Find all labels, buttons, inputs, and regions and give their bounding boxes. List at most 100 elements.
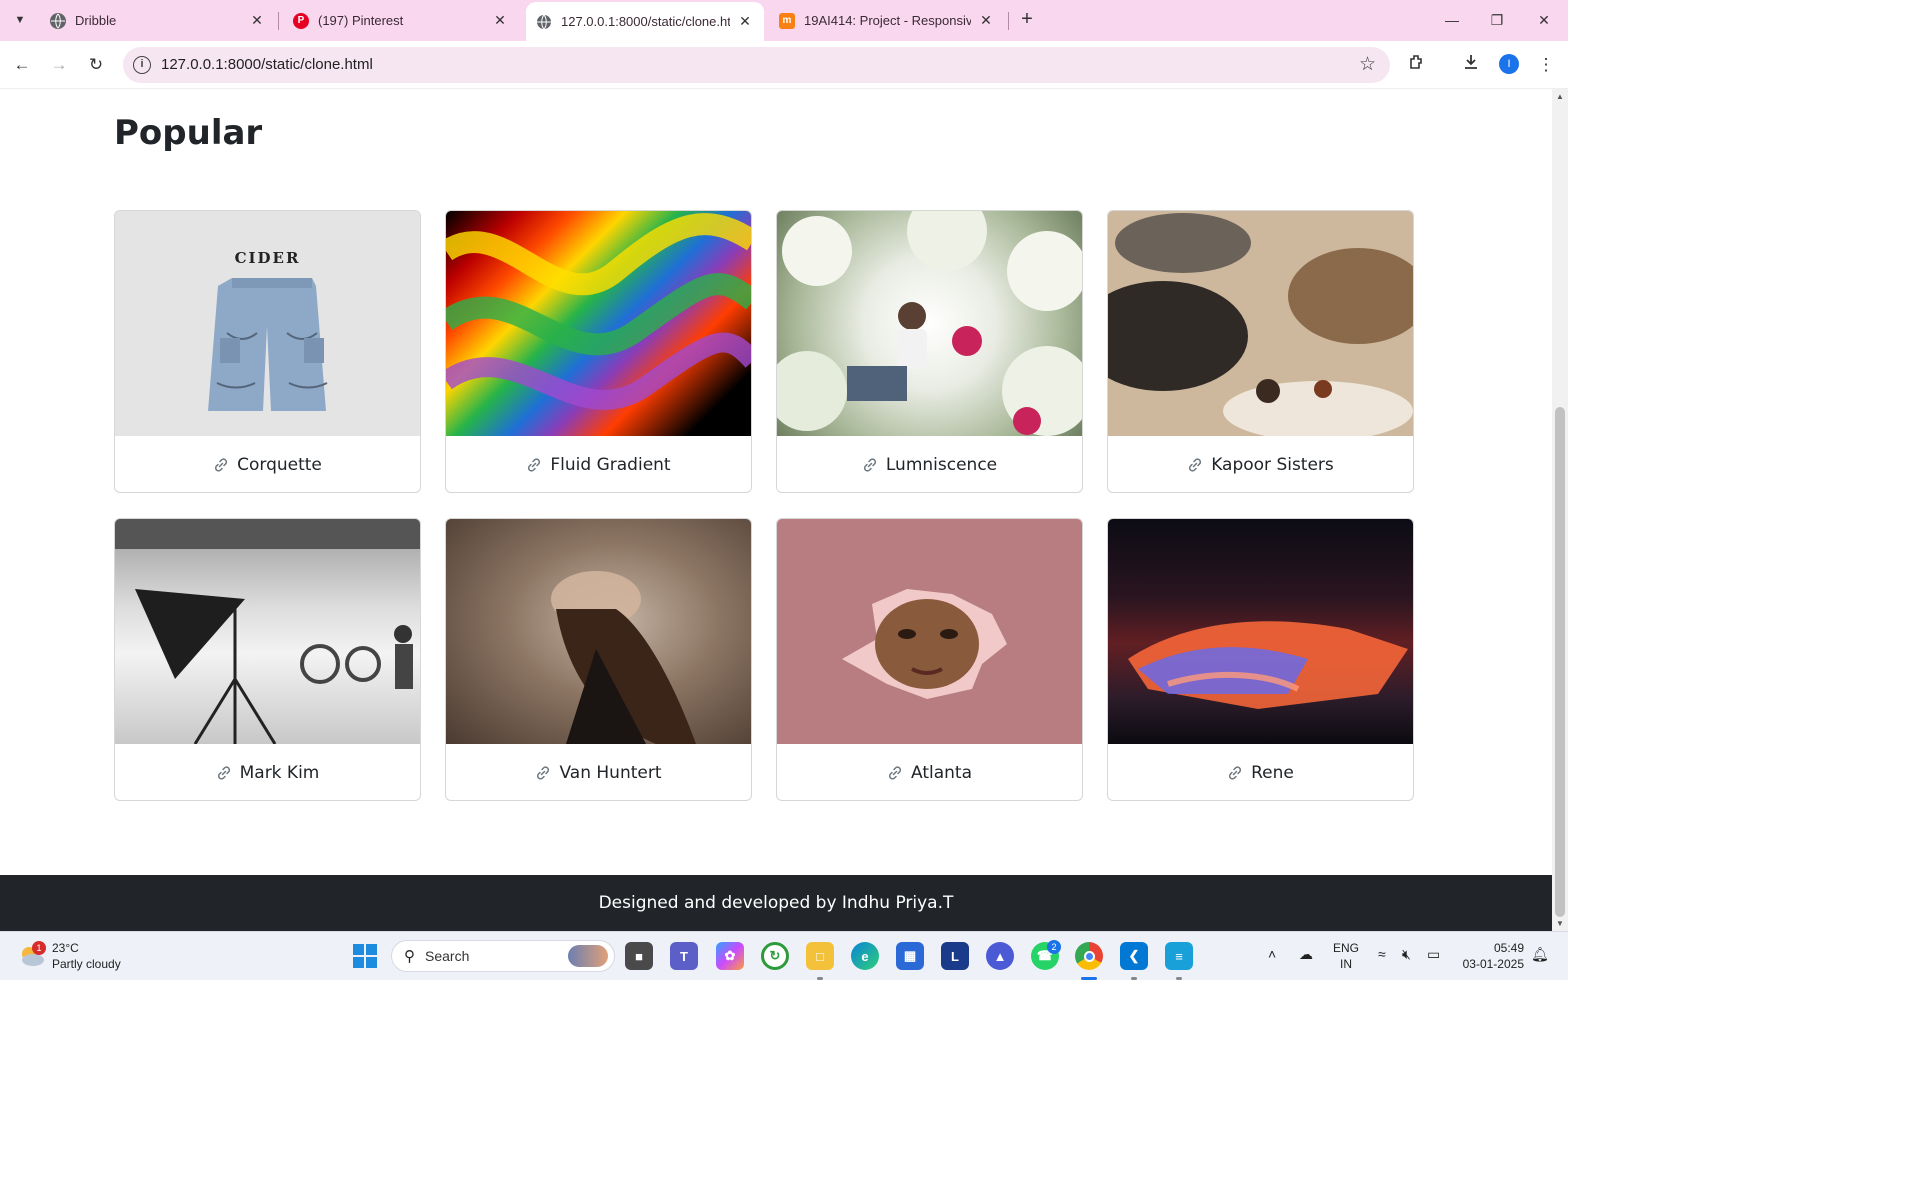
card-corquette[interactable]: CIDER Corquette bbox=[114, 210, 421, 493]
link-icon bbox=[535, 765, 551, 781]
tab-moodle[interactable]: m 19AI414: Project - Responsive W ✕ bbox=[769, 4, 1005, 37]
task-view-icon[interactable]: ■ bbox=[625, 942, 653, 970]
rainbow-gradient-art bbox=[446, 211, 751, 436]
refresh-app-icon[interactable]: ↻ bbox=[761, 942, 789, 970]
card-title: Kapoor Sisters bbox=[1211, 454, 1334, 475]
card-atlanta[interactable]: Atlanta bbox=[776, 518, 1083, 801]
url-text[interactable]: 127.0.0.1:8000/static/clone.html bbox=[161, 56, 373, 73]
card-mark-kim[interactable]: Mark Kim bbox=[114, 518, 421, 801]
search-highlight-icon bbox=[568, 945, 608, 967]
card-caption[interactable]: Atlanta bbox=[777, 744, 1082, 800]
close-window-button[interactable]: ✕ bbox=[1529, 8, 1559, 32]
card-caption[interactable]: Lumniscence bbox=[777, 436, 1082, 492]
pinterest-icon: P bbox=[293, 12, 309, 29]
site-info-icon[interactable]: i bbox=[133, 56, 151, 74]
tab-pinterest[interactable]: P (197) Pinterest ✕ bbox=[283, 4, 519, 37]
image-brand-text: CIDER bbox=[234, 249, 301, 267]
tab-close-icon[interactable]: ✕ bbox=[491, 12, 509, 29]
tab-title: 19AI414: Project - Responsive W bbox=[804, 13, 971, 28]
link-icon bbox=[1227, 765, 1243, 781]
card-caption[interactable]: Kapoor Sisters bbox=[1108, 436, 1413, 492]
onedrive-icon[interactable]: ☁ bbox=[1299, 946, 1313, 963]
weather-cloud-icon: 1 bbox=[18, 941, 46, 968]
neon-hand-blur-photo bbox=[1108, 519, 1413, 744]
notification-bell-icon[interactable]: 🔔︎ bbox=[1531, 946, 1549, 963]
notepad-icon[interactable]: ≡ bbox=[1165, 942, 1193, 970]
copilot-icon[interactable]: ✿ bbox=[716, 942, 744, 970]
tab-title: Dribble bbox=[75, 13, 117, 28]
scroll-down-arrow-icon[interactable]: ▼ bbox=[1556, 919, 1564, 928]
scroll-thumb[interactable] bbox=[1555, 407, 1565, 917]
card-fluid-gradient[interactable]: Fluid Gradient bbox=[445, 210, 752, 493]
card-lumniscence[interactable]: Lumniscence bbox=[776, 210, 1083, 493]
tab-separator bbox=[278, 12, 279, 30]
weather-widget[interactable]: 1 23°C Partly cloudy bbox=[18, 940, 121, 972]
forward-button[interactable]: → bbox=[47, 53, 71, 77]
language-indicator[interactable]: ENG IN bbox=[1333, 940, 1359, 972]
woman-motion-blur-photo bbox=[446, 519, 751, 744]
edge-icon[interactable]: e bbox=[851, 942, 879, 970]
store-icon[interactable]: ▦ bbox=[896, 942, 924, 970]
app-running-indicator bbox=[1131, 977, 1137, 980]
browser-toolbar: ← → ↻ i 127.0.0.1:8000/static/clone.html… bbox=[0, 41, 1568, 89]
card-caption[interactable]: Fluid Gradient bbox=[446, 436, 751, 492]
browser-tab-strip: ▼ Dribble ✕ P (197) Pinterest ✕ 127.0.0.… bbox=[0, 0, 1568, 41]
card-caption[interactable]: Van Huntert bbox=[446, 744, 751, 800]
minimize-button[interactable]: — bbox=[1437, 8, 1467, 32]
taskbar-search-placeholder: Search bbox=[425, 948, 470, 964]
system-clock[interactable]: 05:49 03-01-2025 bbox=[1458, 940, 1524, 972]
battery-icon[interactable]: ▭ bbox=[1427, 946, 1440, 963]
show-hidden-icons-chevron-icon[interactable]: ˄ bbox=[1268, 946, 1276, 962]
link-icon bbox=[526, 457, 542, 473]
chrome-icon[interactable] bbox=[1075, 942, 1103, 970]
card-kapoor-sisters[interactable]: Kapoor Sisters bbox=[1107, 210, 1414, 493]
tab-separator bbox=[1008, 12, 1009, 30]
more-menu-icon[interactable]: ⋮ bbox=[1534, 53, 1558, 77]
card-caption[interactable]: Rene bbox=[1108, 744, 1413, 800]
windows-start-button[interactable] bbox=[353, 944, 377, 968]
tab-dribble[interactable]: Dribble ✕ bbox=[40, 4, 276, 37]
teams-icon[interactable]: T bbox=[670, 942, 698, 970]
address-bar[interactable]: i 127.0.0.1:8000/static/clone.html ☆ bbox=[123, 47, 1390, 83]
photo-studio-bw-photo bbox=[115, 519, 420, 744]
extensions-icon[interactable] bbox=[1405, 53, 1429, 77]
new-tab-button[interactable]: + bbox=[1015, 8, 1039, 32]
card-title: Mark Kim bbox=[239, 762, 320, 783]
card-rene[interactable]: Rene bbox=[1107, 518, 1414, 801]
tab-close-icon[interactable]: ✕ bbox=[736, 13, 754, 30]
profile-avatar[interactable]: I bbox=[1499, 54, 1519, 74]
tab-close-icon[interactable]: ✕ bbox=[977, 12, 995, 29]
language-line1: ENG bbox=[1333, 941, 1360, 955]
link-icon bbox=[213, 457, 229, 473]
weather-temp: 23°C bbox=[52, 941, 79, 955]
link-icon bbox=[1187, 457, 1203, 473]
card-title: Van Huntert bbox=[559, 762, 662, 783]
reload-button[interactable]: ↻ bbox=[84, 53, 108, 77]
file-explorer-icon[interactable]: □ bbox=[806, 942, 834, 970]
l-app-icon[interactable]: L bbox=[941, 942, 969, 970]
tab-clone-active[interactable]: 127.0.0.1:8000/static/clone.html ✕ bbox=[526, 2, 764, 41]
globe-icon bbox=[50, 12, 66, 29]
restore-button[interactable]: ❐ bbox=[1482, 8, 1512, 32]
wifi-icon[interactable]: ≈ bbox=[1378, 946, 1386, 962]
whatsapp-badge: 2 bbox=[1047, 940, 1061, 954]
card-title: Corquette bbox=[237, 454, 322, 475]
card-caption[interactable]: Mark Kim bbox=[115, 744, 420, 800]
tab-title: 127.0.0.1:8000/static/clone.html bbox=[561, 14, 730, 29]
tab-close-icon[interactable]: ✕ bbox=[248, 12, 266, 29]
card-caption[interactable]: Corquette bbox=[115, 436, 420, 492]
vpn-app-icon[interactable]: ▲ bbox=[986, 942, 1014, 970]
volume-muted-icon[interactable]: 🔇︎ bbox=[1402, 946, 1411, 963]
search-icon: ⚲ bbox=[404, 948, 415, 965]
card-van-huntert[interactable]: Van Huntert bbox=[445, 518, 752, 801]
bookmark-star-icon[interactable]: ☆ bbox=[1359, 53, 1376, 76]
link-icon bbox=[887, 765, 903, 781]
tab-search-button[interactable]: ▼ bbox=[7, 7, 33, 33]
page-scrollbar[interactable]: ▲ ▼ bbox=[1552, 89, 1568, 931]
taskbar-search[interactable]: ⚲ Search bbox=[391, 940, 615, 972]
download-icon[interactable] bbox=[1459, 53, 1483, 77]
vscode-icon[interactable]: ❮ bbox=[1120, 942, 1148, 970]
scroll-up-arrow-icon[interactable]: ▲ bbox=[1556, 92, 1564, 101]
back-button[interactable]: ← bbox=[10, 53, 34, 77]
weather-alert-badge: 1 bbox=[32, 941, 46, 955]
